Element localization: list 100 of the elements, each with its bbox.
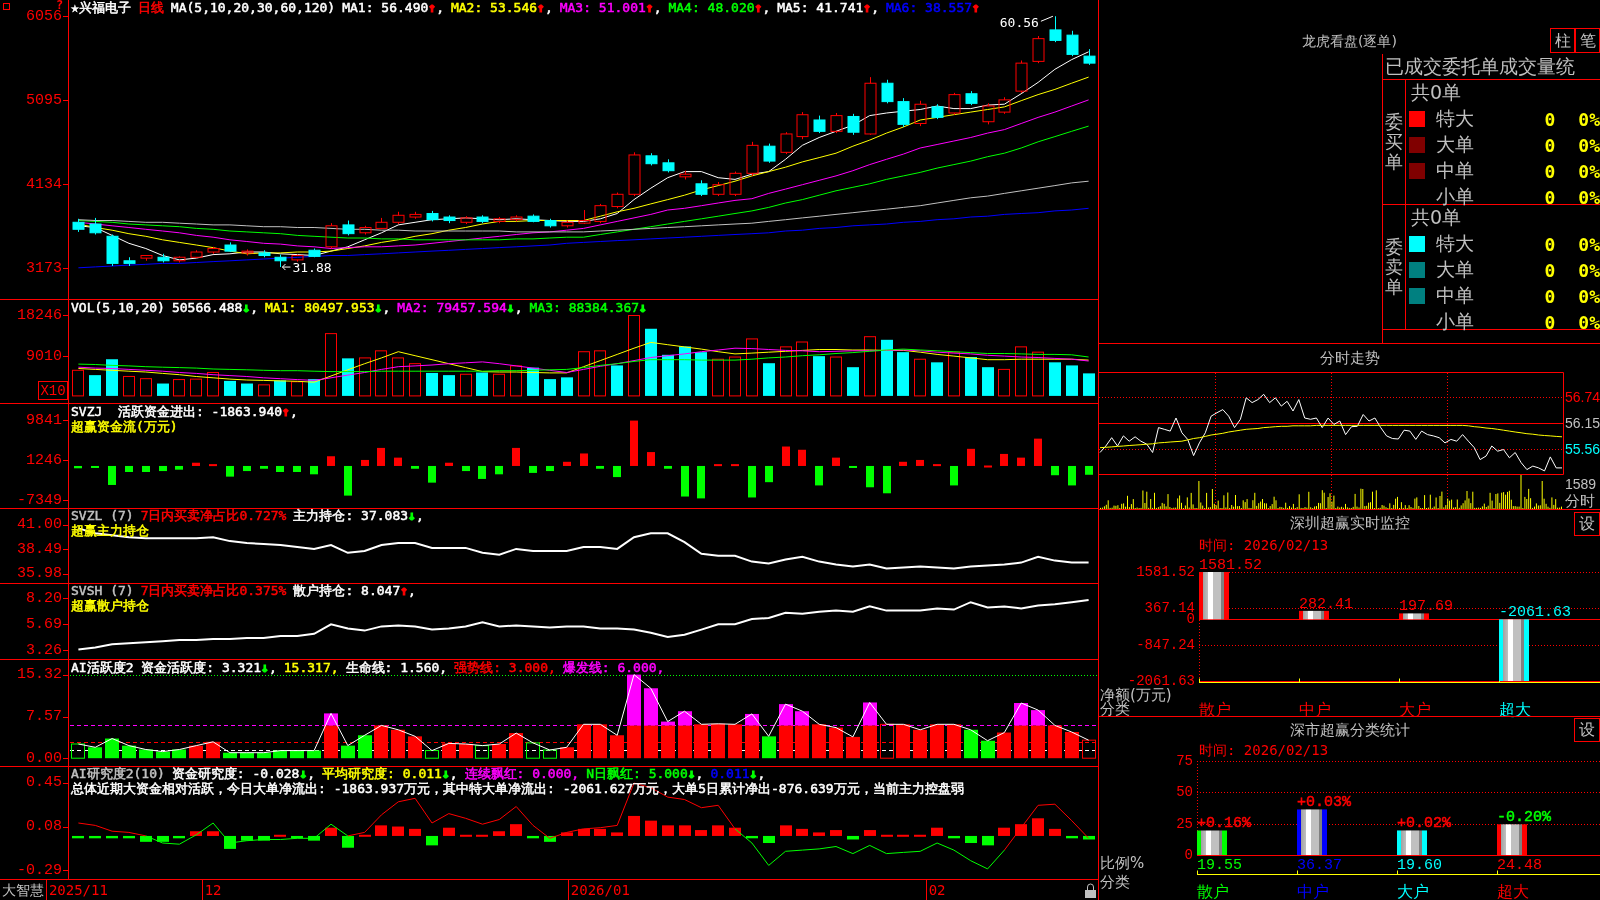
data-label: 282.41	[1299, 595, 1353, 613]
candle	[392, 211, 405, 225]
legend-text: 超赢资金流(万元)	[71, 419, 178, 434]
research-bar	[1015, 824, 1027, 836]
research-bar	[258, 835, 270, 841]
volume-bar	[241, 383, 253, 396]
date-label: 2025/11	[48, 882, 108, 898]
change-label: +0.16%	[1197, 815, 1251, 833]
fund-flow-bar	[377, 447, 385, 466]
volume-bar	[392, 357, 404, 397]
axis-label: -847.24	[1136, 636, 1195, 653]
research-bar	[89, 835, 101, 839]
candle	[679, 170, 692, 180]
activity-bar	[846, 736, 860, 759]
volume-bar	[662, 354, 674, 396]
candle	[830, 112, 843, 134]
legend-text: AI研究度2(10)	[71, 766, 165, 781]
view-button[interactable]: 笔	[1575, 28, 1600, 53]
legend-text: 平均研究度: 0.011↓,	[322, 766, 458, 781]
legend-text: MA1: 56.490↑,	[342, 0, 444, 15]
legend-text: 散户持仓: 8.047↑,	[293, 583, 416, 598]
activity-bar	[1082, 739, 1096, 759]
candle	[965, 90, 978, 106]
activity-bar	[997, 732, 1011, 759]
legend-text: 15.317,	[283, 660, 339, 675]
activity-bar	[358, 735, 372, 759]
activity-bar	[273, 750, 287, 759]
volume-bar	[948, 351, 960, 397]
candle	[1083, 48, 1096, 66]
fund-flow-bar	[866, 465, 874, 488]
candle	[409, 211, 422, 220]
legend-text: MA2: 79457.594↓,	[397, 300, 523, 315]
fund-flow-bar	[293, 465, 301, 472]
research-bar	[493, 831, 505, 836]
volume-bar	[578, 351, 590, 397]
research-bar	[679, 825, 691, 836]
fund-flow-bar	[175, 465, 183, 470]
row-label: 大单	[1436, 132, 1474, 157]
fund-flow-bar	[108, 465, 116, 485]
legend-text: MA3: 51.001↑,	[559, 0, 662, 15]
activity-bar	[947, 724, 961, 759]
activity-bar	[122, 745, 136, 759]
research-bar	[1049, 828, 1061, 836]
candle	[359, 225, 372, 236]
activity-bar	[930, 724, 944, 759]
legend-text: 超赢散户持仓	[71, 598, 149, 613]
activity-bar	[257, 752, 271, 759]
research-bar	[409, 828, 421, 836]
research-bar	[729, 827, 741, 836]
legend-text: MA(5,10,20,30,60,120)	[170, 0, 336, 15]
volume-bar	[190, 378, 202, 397]
settings-button[interactable]: 设	[1574, 511, 1600, 536]
section-total: 共0单	[1411, 80, 1462, 105]
fund-flow-bar	[310, 465, 318, 475]
fund-flow-bar	[647, 452, 655, 466]
volume-bar	[914, 358, 926, 397]
volume-bar	[409, 363, 421, 397]
activity-bar	[913, 729, 927, 759]
fund-flow-bar	[445, 462, 453, 466]
volume-scale-label: X10	[38, 381, 68, 400]
volume-bar	[864, 336, 876, 397]
volume-bar	[72, 369, 84, 397]
research-bar	[544, 835, 556, 842]
axis-label: -2061.63	[1127, 673, 1195, 689]
volume-bar	[510, 365, 522, 397]
share-value: 0%	[1577, 134, 1600, 156]
activity-bar	[812, 724, 826, 759]
candle	[157, 253, 170, 263]
row-label: 大单	[1436, 257, 1474, 282]
fund-flow-bar	[327, 456, 335, 466]
candle	[342, 220, 355, 236]
candle	[662, 158, 675, 173]
research-bar	[190, 831, 202, 836]
square-icon	[3, 3, 10, 10]
legend-text: 生命线: 1.560,	[345, 660, 448, 675]
candle	[476, 214, 489, 224]
fund-flow-bar	[74, 465, 82, 469]
row-label: 中单	[1436, 158, 1474, 183]
activity-bar	[374, 725, 388, 759]
fund-flow-bar	[411, 465, 419, 469]
candle	[729, 171, 742, 197]
axis-label: -0.29	[17, 861, 62, 879]
settings-button[interactable]: 设	[1574, 718, 1600, 742]
fund-flow-bar	[125, 465, 133, 472]
research-bar	[948, 835, 960, 839]
axis-label: 0.00	[26, 749, 62, 766]
research-bar	[847, 835, 859, 840]
axis-label: 1581.52	[1136, 564, 1195, 580]
view-button[interactable]: 柱	[1550, 28, 1575, 53]
fund-flow-bar	[849, 465, 857, 468]
candle	[796, 111, 809, 140]
research-bar	[527, 835, 539, 839]
activity-bar	[475, 745, 489, 759]
research-bar	[611, 832, 623, 836]
row-label: 中单	[1436, 283, 1474, 308]
value-label: 36.37	[1297, 856, 1342, 874]
category-label: 超大	[1497, 881, 1529, 900]
count-value: 0	[1543, 259, 1557, 281]
share-value: 0%	[1577, 233, 1600, 255]
research-bar	[864, 830, 876, 836]
